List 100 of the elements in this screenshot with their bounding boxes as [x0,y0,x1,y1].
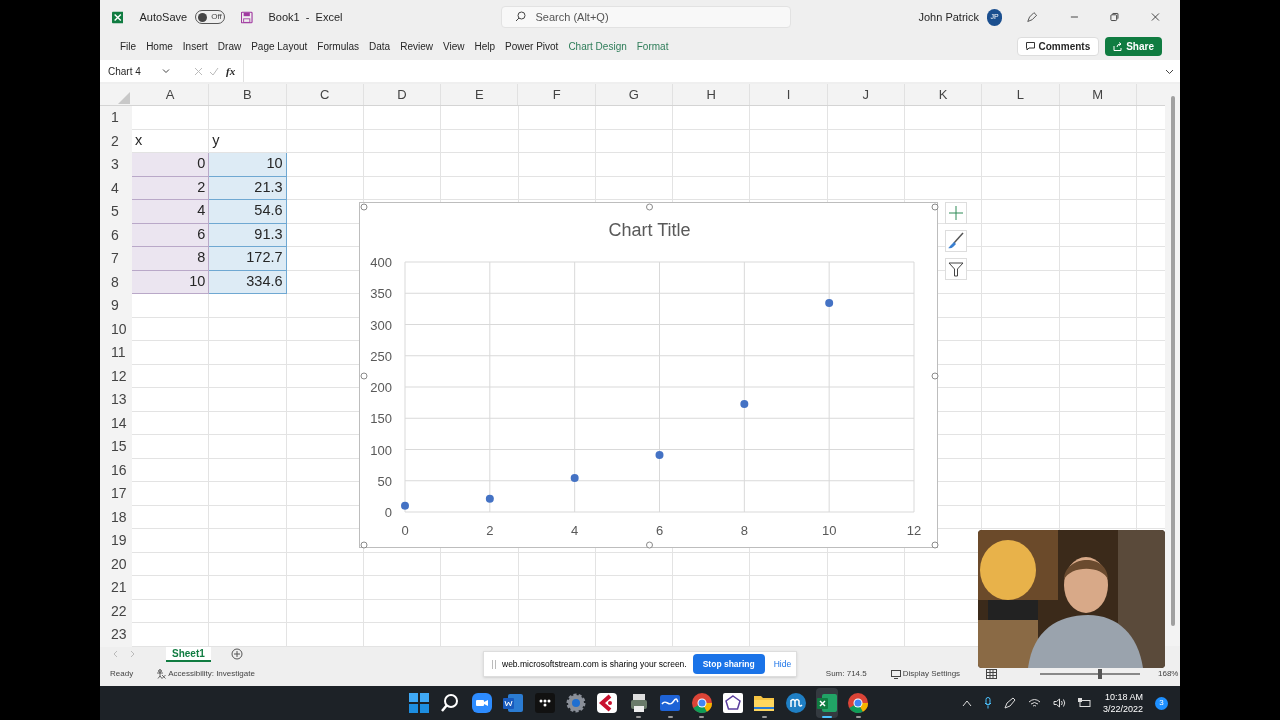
vertical-scrollbar[interactable] [1165,84,1180,646]
wifi-icon[interactable] [1027,698,1041,708]
column-header[interactable]: L [982,84,1060,105]
resize-handle[interactable] [360,372,368,380]
row-header[interactable]: 15 [100,435,132,459]
row-header[interactable]: 11 [100,341,132,365]
row-header[interactable]: 22 [100,599,132,623]
column-header[interactable]: H [673,84,751,105]
pen-icon[interactable] [1026,10,1038,24]
search-field[interactable]: Search (Alt+Q) [500,6,791,28]
display-icon[interactable] [890,669,901,679]
name-box[interactable]: Chart 4 [100,60,178,82]
column-header[interactable]: D [363,84,442,105]
column-header[interactable]: B [209,84,287,105]
column-header[interactable]: A [132,84,210,105]
chart[interactable]: Chart Title 0 50 100 150 200 250 300 350 400 0 2 4 6 8 10 12 [359,202,938,548]
row-header[interactable]: 14 [100,411,132,435]
resize-handle[interactable] [931,372,939,380]
resize-handle[interactable] [931,203,939,211]
column-header[interactable]: J [827,84,905,105]
resize-handle[interactable] [360,203,368,211]
add-sheet-icon[interactable] [230,648,243,660]
check-icon[interactable] [209,66,219,76]
ribbon-tab[interactable]: File [115,36,142,56]
row-header[interactable]: 6 [100,223,132,247]
share-button[interactable]: Share [1105,36,1162,56]
column-header[interactable]: K [904,84,983,105]
restore-icon[interactable] [1110,12,1120,22]
ribbon-tab[interactable]: Draw [212,36,247,56]
sheet-tab[interactable]: Sheet1 [166,646,211,662]
column-header[interactable]: E [441,84,519,105]
y-tick-label: 400 [370,255,392,270]
row-header[interactable]: 19 [100,529,132,553]
accessibility-status[interactable]: Accessibility: Investigate [168,668,255,680]
ribbon-tab[interactable]: Power Pivot [500,36,564,56]
column-header[interactable]: C [286,84,364,105]
resize-handle[interactable] [646,203,653,211]
row-header[interactable]: 16 [100,458,132,482]
stop-sharing-button[interactable]: Stop sharing [692,654,765,674]
resize-handle[interactable] [931,541,939,549]
column-header[interactable]: I [750,84,828,105]
zoom-slider-thumb[interactable] [1098,669,1102,679]
ribbon-tab[interactable]: Insert [177,36,213,56]
y-tick-label: 0 [384,505,392,520]
brush-icon[interactable] [945,230,967,252]
row-header[interactable]: 17 [100,482,132,506]
normal-view-icon[interactable] [986,669,998,679]
sum-text: Sum: 714.5 [825,668,867,680]
row-header[interactable]: 12 [100,364,132,388]
column-header[interactable]: F [518,84,596,105]
row-header[interactable]: 3 [100,153,132,177]
function-button[interactable]: fx [226,62,236,80]
ribbon-tab[interactable]: Help [469,36,501,56]
accessibility-icon[interactable] [156,669,167,679]
pen-icon[interactable] [1003,697,1016,709]
close-icon[interactable] [1151,12,1160,22]
ribbon-tab[interactable]: Review [395,36,438,56]
row-header[interactable]: 20 [100,552,132,576]
row-header[interactable]: 18 [100,505,132,529]
clock-date[interactable]: 3/22/2022 [1102,703,1143,715]
table-cell: 172.7 [209,247,287,271]
ribbon-tab[interactable]: View [437,36,470,56]
save-icon[interactable] [241,10,253,24]
column-header[interactable]: G [595,84,674,105]
zoom-level[interactable]: 168% [1158,668,1179,680]
display-settings[interactable]: Display Settings [902,668,961,680]
ribbon-tab[interactable]: Formulas [312,36,365,56]
x-tick-label: 12 [906,523,922,538]
chevron-up-icon[interactable] [961,699,972,707]
column-header[interactable]: M [1059,84,1137,105]
microphone-icon[interactable] [983,697,992,709]
taskbar-app[interactable] [816,688,839,718]
row-header[interactable]: 10 [100,317,132,341]
hide-link[interactable]: Hide [773,657,792,671]
row-header[interactable]: 1 [100,106,132,130]
row-header[interactable]: 4 [100,176,132,200]
row-header[interactable]: 23 [100,623,132,647]
row-header[interactable]: 8 [100,270,132,294]
row-header[interactable]: 7 [100,247,132,271]
clock-time[interactable]: 10:18 AM [1104,691,1143,703]
resize-handle[interactable] [646,541,653,549]
y-tick-label: 250 [370,348,392,364]
drag-handle-icon[interactable] [492,659,496,669]
battery-icon[interactable] [1077,698,1091,708]
ribbon-tab[interactable]: Chart Design [563,36,632,56]
row-header[interactable]: 9 [100,294,132,318]
chevron-app-icon [596,692,619,714]
table-cell: 10 [209,153,287,177]
row-header[interactable]: 5 [100,200,132,224]
row-header[interactable]: 13 [100,388,132,412]
ribbon-tab[interactable]: Format [631,36,674,56]
ribbon-tab[interactable]: Page Layout [246,36,313,56]
speaker-icon[interactable] [1052,698,1066,708]
resize-handle[interactable] [360,541,368,549]
ribbon-tab[interactable]: Data [364,36,396,56]
row-header[interactable]: 2 [100,129,132,153]
filter-icon[interactable] [945,258,967,280]
comments-button[interactable]: Comments [1016,36,1100,56]
ribbon-tab[interactable]: Home [141,36,178,56]
row-header[interactable]: 21 [100,576,132,600]
